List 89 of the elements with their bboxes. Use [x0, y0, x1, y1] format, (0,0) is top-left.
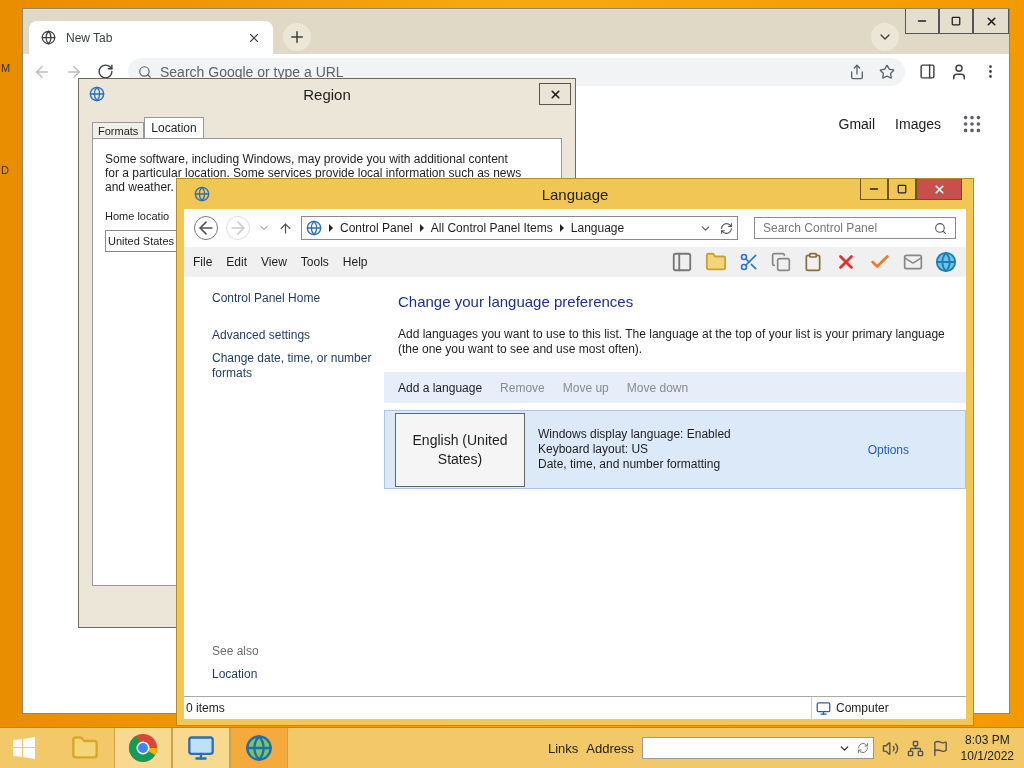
globe-icon [306, 220, 322, 236]
search-field[interactable]: Search Control Panel [754, 217, 956, 239]
nav-link[interactable]: Change date, time, or number formats [212, 351, 376, 381]
toolbar-label: Links [548, 740, 579, 756]
taskbar-app[interactable] [114, 728, 172, 768]
close-icon [932, 182, 946, 196]
globe-icon [194, 186, 210, 202]
flag-icon[interactable] [932, 739, 950, 757]
maximize-icon [951, 16, 961, 26]
taskbar-app[interactable] [172, 728, 230, 768]
header-link[interactable]: Images [895, 116, 941, 132]
up-icon[interactable] [278, 220, 293, 236]
desktop-icon-label[interactable]: D [1, 164, 9, 176]
close-icon [548, 87, 562, 101]
chevron-right-icon [329, 224, 333, 232]
desktop-icon-label[interactable]: M [1, 62, 11, 74]
speaker-icon[interactable] [882, 739, 900, 757]
minimize-button[interactable] [905, 9, 939, 34]
share-icon[interactable] [849, 63, 865, 80]
menu-item[interactable]: View [261, 255, 294, 269]
dialog-tab[interactable]: Location [144, 117, 204, 139]
monitor-icon [187, 734, 215, 762]
language-row[interactable]: English (United States) Windows display language: Enabled Keyboard layout: US Date, time, and number formatting Options [384, 410, 966, 489]
computer-icon [816, 700, 831, 716]
language-detail: Keyboard layout: US [538, 442, 650, 457]
chevron-right-icon [559, 224, 564, 232]
menu-item[interactable]: Edit [226, 255, 255, 269]
menu-item[interactable]: File [193, 255, 220, 269]
window-title: Language [541, 185, 609, 203]
layout-icon[interactable] [671, 251, 693, 273]
star-icon[interactable] [879, 63, 895, 80]
field-label: Home locatio [105, 210, 171, 222]
tab-search-button[interactable] [871, 23, 899, 51]
menu-item[interactable]: Help [342, 255, 375, 269]
options-link[interactable]: Options [867, 442, 909, 457]
address-field[interactable] [642, 737, 875, 759]
minimize-button[interactable] [860, 179, 888, 200]
globe-icon [89, 86, 105, 102]
network-icon[interactable] [907, 739, 925, 757]
mail-icon[interactable] [903, 252, 923, 272]
profile-icon[interactable] [950, 62, 968, 81]
nav-link[interactable]: Advanced settings [212, 328, 376, 343]
search-icon [934, 221, 947, 235]
maximize-button[interactable] [888, 179, 916, 200]
new-tab-button[interactable] [283, 23, 311, 51]
apps-icon[interactable] [961, 113, 983, 135]
action-link[interactable]: Add a language [398, 380, 483, 395]
globe-icon[interactable] [935, 251, 957, 273]
language-name-tile[interactable]: English (United States) [395, 412, 525, 487]
close-button[interactable] [539, 83, 571, 105]
menu-item[interactable]: Tools [300, 255, 336, 269]
chevron-right-icon [419, 224, 424, 232]
windows-icon [12, 736, 36, 760]
cut-icon[interactable] [739, 252, 759, 272]
refresh-icon [857, 742, 870, 754]
plus-icon [288, 28, 306, 46]
reload-icon[interactable] [97, 63, 114, 80]
location-text: Computer [836, 701, 889, 715]
window-title: Region [303, 85, 351, 103]
description-text: Add languages you want to use to this list. The language at the top of your list is your primary language (the one you want to see and use most often). [398, 327, 946, 357]
maximize-button[interactable] [939, 9, 973, 34]
browser-tab[interactable]: New Tab [29, 21, 273, 54]
refresh-icon[interactable] [720, 221, 733, 235]
description-text: Some software, including Windows, may provide you with additional content for a particular location. Some services provide local information such as news and weather. [105, 152, 523, 194]
breadcrumb-item[interactable]: Control Panel [340, 221, 413, 235]
item-count: 0 items [185, 701, 226, 715]
section-title: See also [212, 644, 260, 658]
page-heading: Change your language preferences [398, 293, 635, 310]
side-panel-icon[interactable] [919, 63, 936, 80]
taskbar-app[interactable] [230, 728, 288, 768]
breadcrumb-item[interactable]: All Control Panel Items [430, 221, 553, 235]
maximize-icon [897, 184, 907, 194]
toolbar-label: Address [586, 740, 635, 756]
nav-link[interactable]: Control Panel Home [212, 291, 376, 306]
paste-icon[interactable] [803, 252, 823, 272]
close-icon [984, 14, 998, 28]
nav-link[interactable]: Location [212, 667, 376, 682]
language-detail: Date, time, and number formatting [538, 457, 722, 472]
close-button[interactable] [973, 9, 1009, 34]
breadcrumb-item[interactable]: Language [570, 221, 625, 235]
close-button[interactable] [916, 179, 962, 200]
search-icon [138, 64, 152, 79]
language-detail: Windows display language: Enabled [538, 427, 732, 442]
clock[interactable]: 8:03 PM 10/1/2022 [960, 732, 1014, 764]
breadcrumb-bar[interactable]: Control Panel All Control Panel Items Language [301, 216, 738, 240]
copy-icon[interactable] [771, 252, 791, 272]
globe-icon [245, 734, 273, 762]
header-link[interactable]: Gmail [838, 116, 876, 132]
folder-icon [71, 734, 99, 762]
